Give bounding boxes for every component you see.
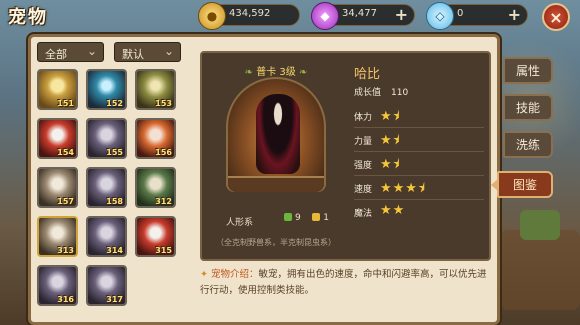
add-diamonds-button[interactable]: + bbox=[508, 5, 521, 24]
stat-name: 强度 bbox=[354, 161, 373, 171]
element-counts: 9 1 bbox=[284, 213, 329, 223]
pet-rank: ❧ 普卡 3级 ❧ bbox=[206, 63, 346, 78]
growth-value: 110 bbox=[391, 88, 409, 98]
pet-card[interactable]: 316 bbox=[37, 265, 78, 306]
pet-card[interactable]: 155 bbox=[86, 118, 127, 159]
leaf-icon: ❧ bbox=[298, 67, 308, 78]
growth-label: 成长值 bbox=[354, 88, 382, 98]
sort-dropdown[interactable]: 默认 ⌄ bbox=[114, 42, 181, 62]
restrain-note: （全克制野兽系，半克制昆虫系） bbox=[216, 238, 336, 247]
pet-card[interactable]: 315 bbox=[135, 216, 176, 257]
tab-0[interactable]: 属性 bbox=[503, 57, 553, 84]
stat-row: 力量 ★⯨ bbox=[354, 133, 484, 148]
pet-portrait: ❧ 普卡 3级 ❧ 人形系 9 1 （全克制野兽系，半克制昆虫系） bbox=[206, 57, 346, 255]
leaf-icon: ❧ bbox=[244, 67, 254, 78]
diamond-icon: ◇ bbox=[426, 2, 454, 30]
pet-number: 312 bbox=[155, 197, 172, 206]
pet-card[interactable]: 317 bbox=[86, 265, 127, 306]
filter-label: 全部 bbox=[45, 48, 67, 61]
green-gem-icon bbox=[284, 213, 292, 221]
background-plant bbox=[520, 210, 560, 240]
green-count: 9 bbox=[295, 213, 301, 223]
filter-dropdown[interactable]: 全部 ⌄ bbox=[37, 42, 104, 62]
gold-value: 434,592 bbox=[229, 8, 271, 19]
pet-card[interactable]: 151 bbox=[37, 69, 78, 110]
stat-divider bbox=[354, 175, 484, 176]
add-gems-button[interactable]: + bbox=[395, 5, 408, 24]
pet-intro: ✦ 宠物介绍：敏宠，拥有出色的速度，命中和闪避率高，可以优先进行行动，使用控制类… bbox=[200, 267, 491, 299]
stat-row: 强度 ★⯨ bbox=[354, 157, 484, 172]
pet-detail-card: ❧ 普卡 3级 ❧ 人形系 9 1 （全克制野兽系，半克制昆虫系） 哈比 成长值… bbox=[200, 51, 491, 261]
pet-number: 151 bbox=[57, 99, 74, 108]
pet-number: 154 bbox=[57, 148, 74, 157]
pet-number: 153 bbox=[155, 99, 172, 108]
pet-card[interactable]: 314 bbox=[86, 216, 127, 257]
growth-row: 成长值 110 bbox=[354, 85, 408, 98]
pet-race: 人形系 bbox=[226, 218, 254, 228]
star-rating-icon: ★⯨ bbox=[380, 157, 401, 172]
chevron-down-icon: ⌄ bbox=[163, 44, 174, 58]
pet-number: 313 bbox=[57, 246, 74, 255]
pet-number: 314 bbox=[106, 246, 123, 255]
pet-number: 158 bbox=[106, 197, 123, 206]
stat-divider bbox=[354, 199, 484, 200]
pet-number: 317 bbox=[106, 295, 123, 304]
intro-label: 宠物介绍： bbox=[211, 269, 259, 280]
gem-counter: ◆ 34,477 + bbox=[311, 2, 415, 30]
stat-divider bbox=[354, 127, 484, 128]
bullet-icon: ✦ bbox=[200, 269, 208, 280]
stat-divider bbox=[354, 151, 484, 152]
pet-number: 316 bbox=[57, 295, 74, 304]
pet-card[interactable]: 158 bbox=[86, 167, 127, 208]
pet-card[interactable]: 152 bbox=[86, 69, 127, 110]
top-bar: 宠物 ● 434,592 ◆ 34,477 + ◇ 0 + × bbox=[0, 0, 580, 31]
gold-coin-icon: ● bbox=[198, 2, 226, 30]
pet-card[interactable]: 154 bbox=[37, 118, 78, 159]
pet-list-column: 全部 ⌄ 默认 ⌄ 151 152 153 154 155 156 157 158 312 313… bbox=[34, 40, 189, 320]
pet-number: 157 bbox=[57, 197, 74, 206]
pet-card[interactable]: 156 bbox=[135, 118, 176, 159]
tab-2[interactable]: 洗练 bbox=[503, 131, 553, 158]
stat-row: 魔法 ★★ bbox=[354, 203, 484, 219]
pet-card[interactable]: 313 bbox=[37, 216, 78, 257]
star-rating-icon: ★★ bbox=[380, 203, 406, 218]
showcase-base bbox=[228, 176, 324, 192]
pet-number: 156 bbox=[155, 148, 172, 157]
sort-label: 默认 bbox=[122, 48, 144, 61]
star-rating-icon: ★⯨ bbox=[380, 109, 401, 124]
yellow-gem-icon bbox=[312, 213, 321, 221]
diamond-value: 0 bbox=[457, 8, 464, 19]
pet-card[interactable]: 153 bbox=[135, 69, 176, 110]
stat-name: 体力 bbox=[354, 113, 373, 123]
star-rating-icon: ★⯨ bbox=[380, 133, 401, 148]
background-barrel bbox=[500, 230, 580, 310]
pet-figure bbox=[256, 94, 300, 174]
tab-3[interactable]: 图鉴 bbox=[491, 171, 553, 198]
tab-1[interactable]: 技能 bbox=[503, 94, 553, 121]
stat-name: 力量 bbox=[354, 137, 373, 147]
stat-name: 速度 bbox=[354, 185, 373, 195]
diamond-counter: ◇ 0 + bbox=[426, 2, 528, 30]
yellow-count: 1 bbox=[323, 213, 329, 223]
chevron-down-icon: ⌄ bbox=[86, 44, 97, 58]
pet-name: 哈比 bbox=[354, 67, 381, 82]
gold-counter: ● 434,592 bbox=[198, 2, 300, 30]
page-title: 宠物 bbox=[8, 7, 48, 28]
gem-value: 34,477 bbox=[342, 8, 377, 19]
pet-card[interactable]: 312 bbox=[135, 167, 176, 208]
pet-number: 155 bbox=[106, 148, 123, 157]
close-button[interactable]: × bbox=[542, 3, 570, 31]
pet-number: 152 bbox=[106, 99, 123, 108]
stat-row: 速度 ★★★⯨ bbox=[354, 181, 484, 196]
pet-panel: 全部 ⌄ 默认 ⌄ 151 152 153 154 155 156 157 158 312 313… bbox=[28, 34, 500, 325]
gem-icon: ◆ bbox=[311, 2, 339, 30]
pet-card[interactable]: 157 bbox=[37, 167, 78, 208]
pet-number: 315 bbox=[155, 246, 172, 255]
stat-name: 魔法 bbox=[354, 209, 373, 219]
star-rating-icon: ★★★⯨ bbox=[380, 181, 426, 196]
stat-row: 体力 ★⯨ bbox=[354, 109, 484, 124]
pet-showcase bbox=[226, 77, 326, 192]
